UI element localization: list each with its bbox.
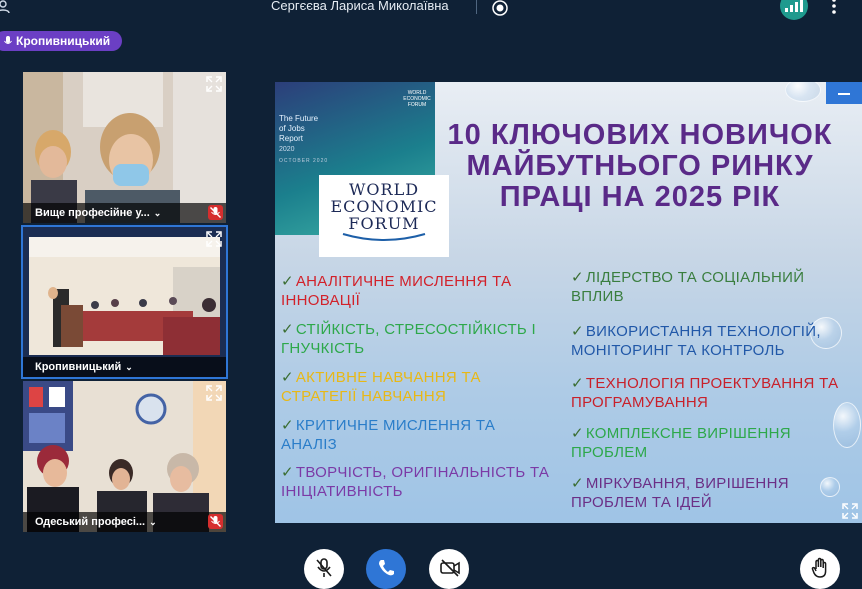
top-bar: Сергєєва Лариса Миколаївна: [0, 0, 862, 20]
more-vertical-icon[interactable]: [828, 0, 840, 16]
skill-right: ✓ Міркування, вирішення проблем та ідей: [571, 475, 789, 511]
expand-icon[interactable]: [206, 76, 222, 92]
video-feed: [23, 72, 226, 223]
decor-bubble: [785, 82, 821, 102]
participant-tile[interactable]: Вище професійне у... ⌄: [23, 72, 226, 223]
participant-tile[interactable]: Одеський професі... ⌄: [23, 381, 226, 532]
phone-icon: [379, 560, 394, 576]
mic-off-icon: [208, 205, 223, 220]
chevron-down-icon: ⌄: [153, 207, 162, 218]
expand-icon[interactable]: [206, 231, 222, 247]
video-feed: [23, 381, 226, 532]
room-pill[interactable]: Кропивницький: [0, 31, 123, 51]
mic-icon: [4, 35, 12, 44]
wef-small-logo: WORLD ECONOMIC FORUM: [403, 90, 431, 108]
camera-button[interactable]: [429, 549, 469, 589]
skill-left: ✓ Активне навчання та стратегії навчання: [281, 369, 481, 405]
slide-title: 10 КЛЮЧОВИХ НОВИЧОК МАЙБУТНЬОГО РИНКУ ПР…: [447, 119, 833, 213]
participant-name[interactable]: Вище професійне у... ⌄: [23, 203, 226, 223]
chevron-down-icon: ⌄: [125, 361, 133, 372]
raise-hand-icon: [811, 557, 827, 578]
participant-name[interactable]: Кропивницький ⌄: [23, 357, 226, 377]
report-year: 2020: [279, 146, 295, 153]
minus-icon: [838, 93, 850, 95]
mute-button[interactable]: [304, 549, 344, 589]
skill-right: ✓ Лідерство та соціальний вплив: [571, 269, 805, 305]
chevron-down-icon: ⌄: [149, 516, 157, 527]
user-icon[interactable]: [0, 0, 10, 14]
skill-right: ✓ Використання технологій, моніторинг та …: [571, 323, 821, 359]
mic-off-icon: [208, 514, 223, 529]
room-pill-label: Кропивницький: [16, 34, 111, 48]
wef-logo-text: WORLD ECONOMIC FORUM: [330, 180, 438, 233]
video-feed: [23, 227, 226, 377]
expand-icon[interactable]: [206, 385, 222, 401]
call-button[interactable]: [366, 549, 406, 589]
shared-screen[interactable]: The Future of Jobs Report 2020 OCTOBER 2…: [275, 82, 862, 523]
skill-right: ✓ Технологія проектування та програмуванн…: [571, 375, 839, 411]
wef-logo: WORLD ECONOMIC FORUM: [319, 175, 449, 257]
mic-off-icon: [316, 558, 332, 577]
presenter-name: Сергєєва Лариса Миколаївна: [271, 0, 449, 13]
skill-left: ✓ Аналітичне мислення та інновації: [281, 273, 512, 309]
participant-name[interactable]: Одеський професі... ⌄: [23, 512, 226, 532]
report-subtitle: OCTOBER 2020: [279, 158, 329, 164]
decor-bubble: [820, 477, 840, 497]
wef-arc: [342, 233, 426, 241]
minimize-button[interactable]: [826, 82, 862, 104]
raise-hand-button[interactable]: [800, 549, 840, 589]
skill-left: ✓ Критичне мислення та аналіз: [281, 417, 496, 453]
camera-off-icon: [440, 559, 460, 577]
skill-right: ✓ Комплексне вирішення проблем: [571, 425, 791, 461]
record-icon[interactable]: [492, 0, 508, 16]
expand-icon[interactable]: [842, 503, 858, 519]
skill-left: ✓ Стійкість, стресостійкість і гнучкість: [281, 321, 537, 357]
skill-left: ✓ Творчість, оригінальність та ініціативн…: [281, 464, 550, 500]
divider: [476, 0, 477, 14]
participant-tile-active[interactable]: Кропивницький ⌄: [21, 225, 228, 379]
report-title: The Future of Jobs Report: [279, 114, 319, 143]
signal-icon[interactable]: [780, 0, 808, 20]
